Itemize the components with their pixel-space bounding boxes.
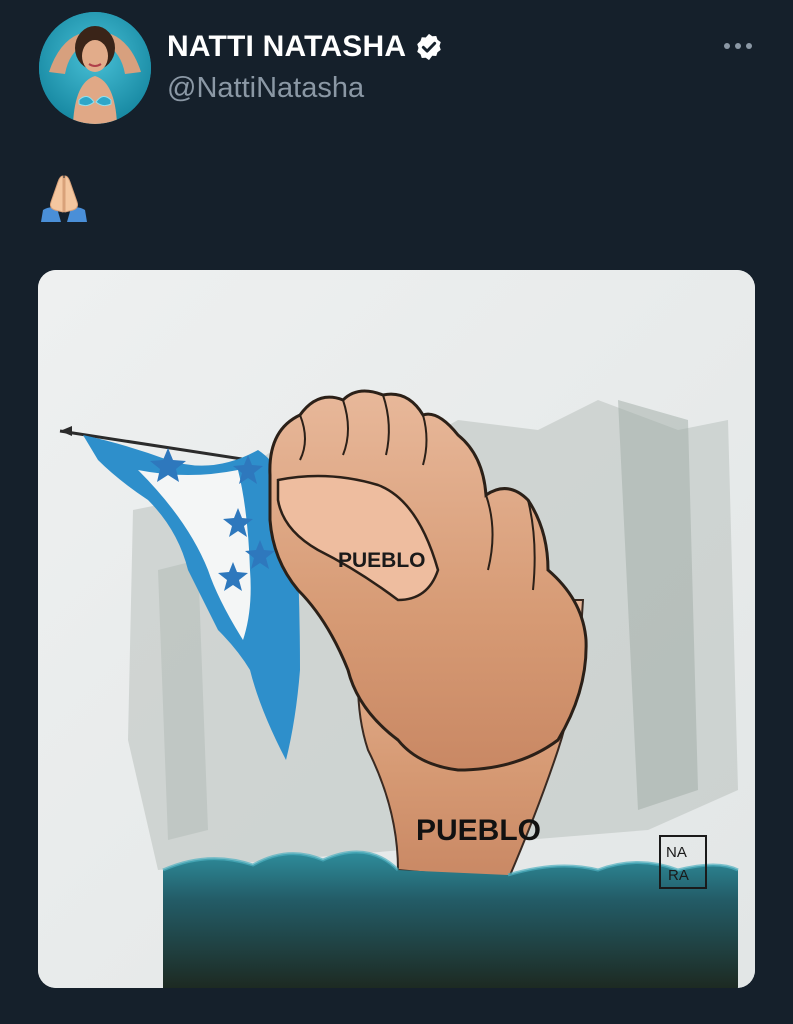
avatar[interactable] bbox=[39, 12, 151, 124]
username-handle[interactable]: @NattiNatasha bbox=[167, 72, 364, 105]
more-horizontal-icon bbox=[724, 43, 752, 49]
signature-line-2: RA bbox=[668, 867, 689, 884]
wrist-label: PUEBLO bbox=[416, 814, 541, 847]
folded-hands-emoji-icon bbox=[41, 175, 87, 222]
more-options-button[interactable] bbox=[716, 30, 760, 62]
display-name[interactable]: NATTI NATASHA bbox=[167, 30, 406, 64]
signature-line-1: NA bbox=[666, 844, 687, 861]
tweet-card: NATTI NATASHA @NattiNatasha 🙏 bbox=[0, 0, 793, 1024]
fist-label: PUEBLO bbox=[338, 549, 426, 572]
tweet-media-image[interactable]: PUEBLO PUEBLO NA RA bbox=[38, 270, 755, 988]
verified-icon bbox=[414, 32, 444, 62]
author-name-row[interactable]: NATTI NATASHA bbox=[167, 30, 444, 64]
tweet-text: 🙏 bbox=[39, 172, 99, 228]
